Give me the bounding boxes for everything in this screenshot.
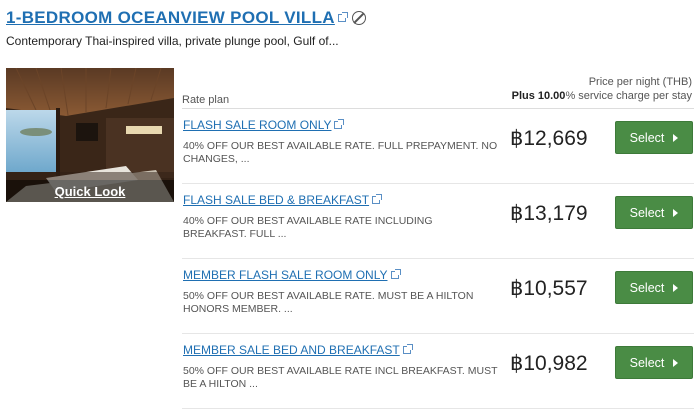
no-smoking-icon [351, 11, 366, 25]
rate-name-text[interactable]: FLASH SALE BED & BREAKFAST [183, 193, 369, 207]
external-link-icon[interactable] [402, 344, 413, 354]
room-title-link[interactable]: 1-BEDROOM OCEANVIEW POOL VILLA [6, 8, 335, 28]
rate-description: 50% OFF OUR BEST AVAILABLE RATE INCL BRE… [183, 365, 498, 390]
rate-name-text[interactable]: MEMBER FLASH SALE ROOM ONLY [183, 268, 388, 282]
select-button[interactable]: Select [615, 121, 693, 154]
rates-header: Rate plan Price per night (THB) Plus 10.… [182, 72, 694, 109]
select-button-label[interactable]: Select [630, 281, 665, 295]
chevron-right-icon [673, 133, 679, 142]
rate-row: MEMBER SALE BED AND BREAKFAST 50% OFF OU… [182, 334, 694, 409]
external-link-icon[interactable] [337, 12, 348, 22]
rate-name-link[interactable]: MEMBER SALE BED AND BREAKFAST [183, 343, 413, 357]
rate-name-text[interactable]: FLASH SALE ROOM ONLY [183, 118, 331, 132]
chevron-right-icon [673, 358, 679, 367]
select-button-label[interactable]: Select [630, 356, 665, 370]
external-link-icon[interactable] [390, 269, 401, 279]
rate-plan-column-label: Rate plan [182, 94, 230, 106]
rate-row: FLASH SALE ROOM ONLY 40% OFF OUR BEST AV… [182, 109, 694, 184]
rate-price: ฿12,669 [510, 127, 588, 150]
price-column-header: Price per night (THB) Plus 10.00% servic… [512, 75, 692, 103]
rate-row: MEMBER FLASH SALE ROOM ONLY 50% OFF OUR … [182, 259, 694, 334]
select-button-label[interactable]: Select [630, 131, 665, 145]
rate-description: 40% OFF OUR BEST AVAILABLE RATE INCLUDIN… [183, 215, 433, 240]
rate-description: 50% OFF OUR BEST AVAILABLE RATE. MUST BE… [183, 290, 474, 315]
price-per-night-label: Price per night (THB) [588, 76, 692, 88]
service-charge-text: % service charge per stay [565, 90, 692, 102]
rate-row: FLASH SALE BED & BREAKFAST 40% OFF OUR B… [182, 184, 694, 259]
select-button[interactable]: Select [615, 271, 693, 304]
rate-name-link[interactable]: MEMBER FLASH SALE ROOM ONLY [183, 268, 401, 282]
room-header: 1-BEDROOM OCEANVIEW POOL VILLA [6, 6, 366, 30]
select-button[interactable]: Select [615, 196, 693, 229]
rate-price: ฿10,982 [510, 352, 588, 375]
quick-look-link[interactable]: Quick Look [6, 180, 174, 202]
service-charge-note: Plus 10.00% service charge per stay [512, 89, 692, 103]
rate-description: 40% OFF OUR BEST AVAILABLE RATE. FULL PR… [183, 140, 498, 165]
room-description: Contemporary Thai-inspired villa, privat… [6, 34, 339, 48]
rate-price: ฿13,179 [510, 202, 588, 225]
chevron-right-icon [673, 283, 679, 292]
select-button-label[interactable]: Select [630, 206, 665, 220]
select-button[interactable]: Select [615, 346, 693, 379]
rate-name-text[interactable]: MEMBER SALE BED AND BREAKFAST [183, 343, 400, 357]
external-link-icon[interactable] [334, 119, 345, 129]
rates-table: Rate plan Price per night (THB) Plus 10.… [182, 72, 694, 409]
rate-name-link[interactable]: FLASH SALE BED & BREAKFAST [183, 193, 383, 207]
chevron-right-icon [673, 208, 679, 217]
service-charge-amount: Plus 10.00 [511, 90, 566, 102]
room-photo[interactable]: Quick Look [6, 68, 174, 202]
rate-price: ฿10,557 [510, 277, 588, 300]
rate-name-link[interactable]: FLASH SALE ROOM ONLY [183, 118, 345, 132]
external-link-icon[interactable] [372, 194, 383, 204]
